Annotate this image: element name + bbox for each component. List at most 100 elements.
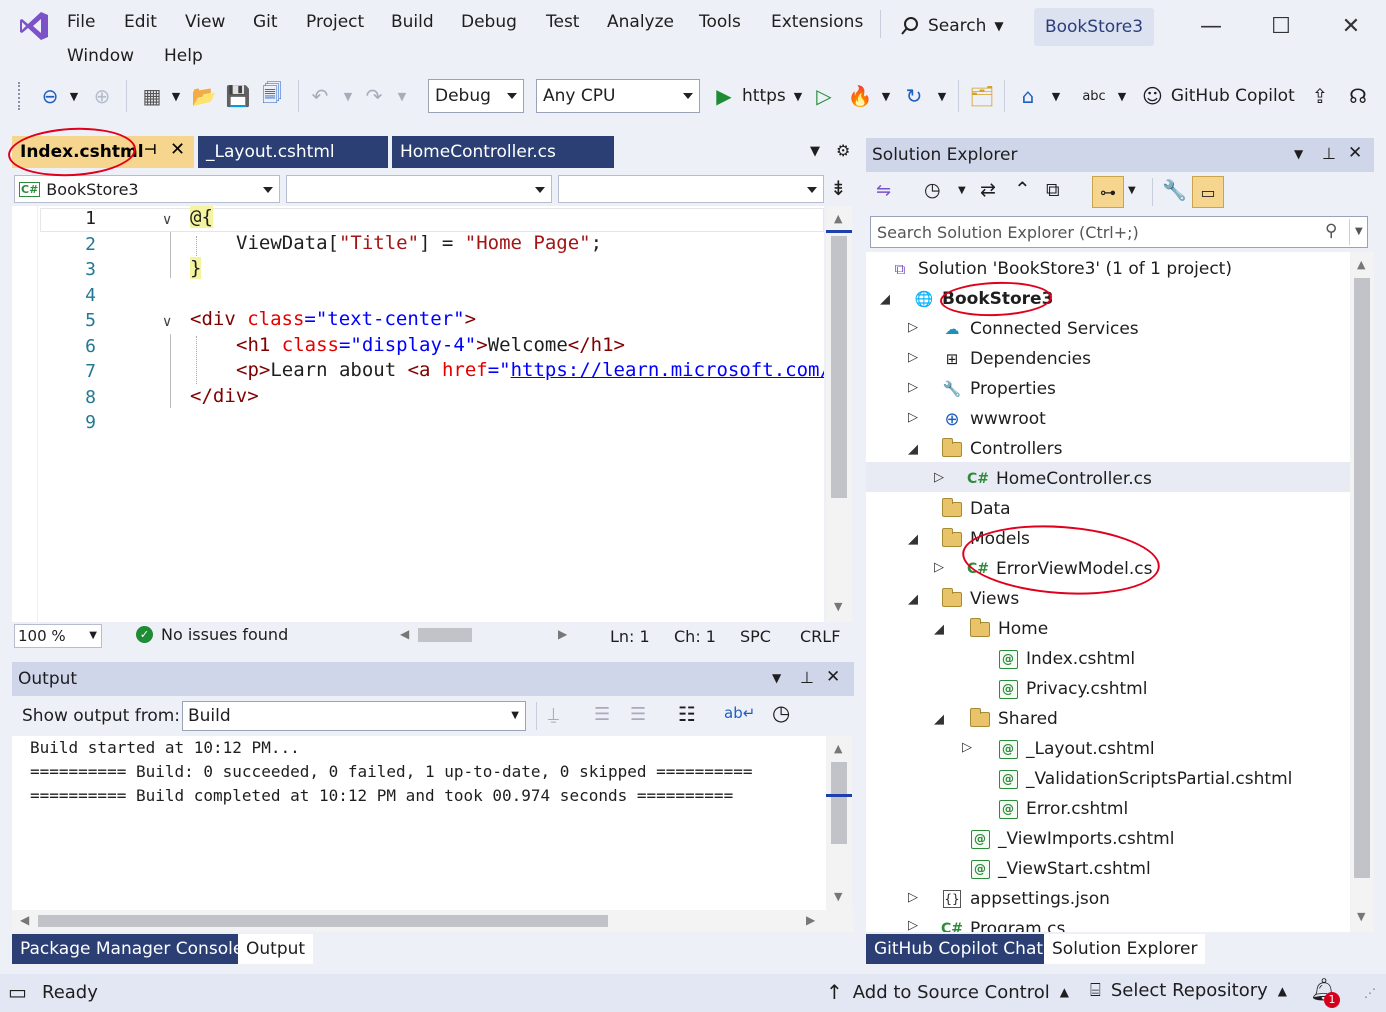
add-to-source-control-button[interactable]: ↑ Add to Source Control ▲	[826, 980, 1069, 1004]
scroll-down-icon[interactable]: ▼	[834, 890, 842, 903]
expand-arrow-icon[interactable]: ▷	[908, 890, 918, 905]
save-icon[interactable]: 💾	[224, 82, 252, 110]
open-folder-icon[interactable]: 📂	[190, 82, 218, 110]
split-window-icon[interactable]: ⇟	[830, 176, 847, 200]
menu-tools[interactable]: Tools	[699, 12, 741, 32]
line-indicator[interactable]: Ln: 1	[610, 627, 650, 646]
feedback-icon[interactable]: ☊	[1344, 82, 1372, 110]
chevron-down-icon[interactable]: ▼	[872, 82, 900, 110]
collapse-icon[interactable]: ∨	[162, 314, 172, 330]
scroll-up-icon[interactable]: ▲	[1357, 258, 1365, 271]
chevron-down-icon[interactable]: ▼	[1355, 226, 1363, 237]
expand-arrow-icon[interactable]: ▷	[962, 740, 972, 755]
menu-view[interactable]: View	[185, 12, 225, 32]
menu-debug[interactable]: Debug	[461, 12, 517, 32]
pin-icon[interactable]: ⊥	[1322, 144, 1336, 163]
tree-item-connected-services[interactable]: ☁ Connected Services	[940, 314, 1139, 344]
solution-vertical-scrollbar[interactable]: ▲ ▼	[1350, 252, 1374, 932]
member-nav-select[interactable]	[558, 175, 824, 203]
preview-tab-icon[interactable]: ▭	[1192, 176, 1224, 208]
github-copilot-button[interactable]: ☺ GitHub Copilot	[1142, 82, 1295, 110]
start-without-debugging-icon[interactable]: ▷	[810, 82, 838, 110]
collapse-icon[interactable]: ∨	[162, 212, 172, 228]
scroll-thumb[interactable]	[1354, 278, 1370, 878]
chevron-down-icon[interactable]: ▼	[388, 82, 416, 110]
output-horizontal-scrollbar[interactable]: ◀ ▶	[12, 910, 854, 932]
tree-item-wwwroot[interactable]: ⊕ wwwroot	[940, 404, 1045, 434]
close-icon[interactable]: ✕	[170, 139, 185, 160]
refresh-icon[interactable]: ↻	[900, 82, 928, 110]
tree-item-views[interactable]: Views	[940, 584, 1019, 614]
collapse-arrow-icon[interactable]: ◢	[880, 292, 890, 307]
tree-item-models[interactable]: Models	[940, 524, 1030, 554]
tab-package-manager-console[interactable]: Package Manager Console	[12, 934, 252, 964]
tree-item-project[interactable]: 🌐 BookStore3	[912, 284, 1054, 314]
tree-item-appsettings[interactable]: {} appsettings.json	[940, 884, 1110, 914]
maximize-button[interactable]: ☐	[1266, 12, 1296, 42]
hot-reload-icon[interactable]: 🔥	[846, 82, 874, 110]
menu-window[interactable]: Window	[67, 46, 134, 66]
chevron-down-icon[interactable]: ▼	[334, 82, 362, 110]
chevron-down-icon[interactable]: ▼	[1042, 82, 1070, 110]
collapse-all-icon[interactable]: ⌃	[1014, 177, 1031, 201]
solution-search-input[interactable]: Search Solution Explorer (Ctrl+;) ⚲ ▼	[870, 216, 1368, 248]
tree-item-dependencies[interactable]: ⊞ Dependencies	[940, 344, 1091, 374]
project-nav-select[interactable]: C# BookStore3	[14, 175, 280, 203]
type-nav-select[interactable]	[286, 175, 552, 203]
menu-edit[interactable]: Edit	[124, 12, 157, 32]
close-icon[interactable]: ✕	[1348, 143, 1362, 163]
tree-item-viewimports[interactable]: @ _ViewImports.cshtml	[968, 824, 1174, 854]
scroll-up-icon[interactable]: ▲	[834, 742, 842, 755]
chevron-down-icon[interactable]: ▼	[162, 82, 190, 110]
clear-all-icon[interactable]: ☷	[678, 702, 696, 726]
code-editor[interactable]	[12, 206, 824, 622]
tree-item-home[interactable]: Home	[968, 614, 1048, 644]
window-options-icon[interactable]: ▼	[1294, 147, 1303, 161]
tree-item-program-cs[interactable]: C# Program.cs	[940, 914, 1065, 932]
tab-github-copilot-chat[interactable]: GitHub Copilot Chat	[866, 934, 1052, 964]
undo-icon[interactable]: ↶	[306, 82, 334, 110]
chevron-down-icon[interactable]: ▼	[1108, 82, 1136, 110]
collapse-arrow-icon[interactable]: ◢	[934, 622, 944, 637]
menu-project[interactable]: Project	[306, 12, 364, 32]
tab-homecontroller-cs[interactable]: HomeController.cs	[392, 136, 614, 168]
browser-link-icon[interactable]: ⌂	[1014, 82, 1042, 110]
expand-arrow-icon[interactable]: ▷	[908, 410, 918, 425]
toolbar-grip[interactable]	[18, 82, 24, 110]
chevron-down-icon[interactable]: ▼	[60, 82, 88, 110]
menu-file[interactable]: File	[67, 12, 95, 32]
menu-extensions[interactable]: Extensions	[771, 12, 863, 32]
search-icon[interactable]: ⚲	[1325, 221, 1337, 241]
expand-arrow-icon[interactable]: ▷	[908, 918, 918, 932]
spell-check-icon[interactable]: abc	[1080, 82, 1108, 110]
output-vertical-scrollbar[interactable]: ▲ ▼	[826, 736, 852, 910]
visual-studio-logo-icon[interactable]	[18, 10, 50, 42]
menu-analyze[interactable]: Analyze	[607, 12, 674, 32]
previous-message-icon[interactable]: ☰	[594, 704, 610, 725]
run-profile-label[interactable]: https	[742, 86, 786, 106]
sync-with-document-icon[interactable]: ⇄	[980, 179, 996, 201]
tree-item-homecontroller[interactable]: C# HomeController.cs	[966, 464, 1152, 494]
line-ending-indicator[interactable]: CRLF	[800, 627, 840, 646]
scroll-thumb[interactable]	[831, 762, 847, 844]
issues-indicator[interactable]: ✓ No issues found	[136, 625, 288, 644]
scroll-down-icon[interactable]: ▼	[834, 600, 842, 613]
chevron-down-icon[interactable]: ▼	[958, 185, 966, 196]
collapse-arrow-icon[interactable]: ◢	[908, 592, 918, 607]
scroll-up-icon[interactable]: ▲	[834, 212, 842, 225]
menu-build[interactable]: Build	[391, 12, 434, 32]
close-window-button[interactable]: ✕	[1336, 12, 1366, 42]
redo-icon[interactable]: ↷	[360, 82, 388, 110]
next-message-icon[interactable]: ☰	[630, 704, 646, 725]
collapse-arrow-icon[interactable]: ◢	[908, 442, 918, 457]
scroll-right-icon[interactable]: ▶	[558, 627, 567, 641]
scroll-left-icon[interactable]: ◀	[20, 913, 29, 927]
code-link[interactable]: https://learn.microsoft.com/	[511, 359, 824, 381]
window-options-icon[interactable]: ▼	[772, 671, 781, 685]
navigate-forward-icon[interactable]: ⊕	[88, 82, 116, 110]
tree-item-errorviewmodel[interactable]: C# ErrorViewModel.cs	[966, 554, 1152, 584]
scroll-thumb[interactable]	[38, 915, 608, 927]
properties-wrench-icon[interactable]: 🔧	[1162, 178, 1187, 202]
output-source-select[interactable]: Build ▼	[182, 701, 526, 731]
menu-git[interactable]: Git	[253, 12, 278, 32]
